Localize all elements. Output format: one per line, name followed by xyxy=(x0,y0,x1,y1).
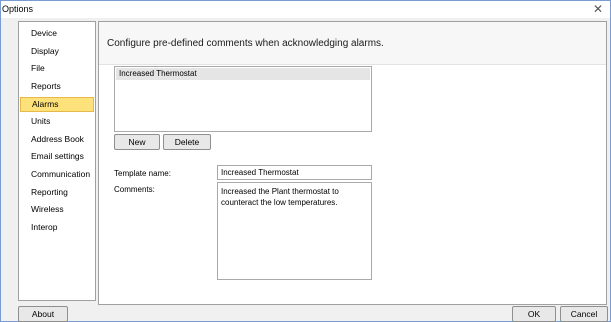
delete-button[interactable]: Delete xyxy=(163,134,211,150)
close-icon[interactable]: ✕ xyxy=(590,2,606,16)
comments-textarea[interactable]: Increased the Plant thermostat to counte… xyxy=(217,182,372,280)
sidebar-item-interop[interactable]: Interop xyxy=(20,220,94,235)
options-dialog: Options ✕ Device Display File Reports Al… xyxy=(0,0,611,322)
sidebar-item-address-book[interactable]: Address Book xyxy=(20,132,94,147)
sidebar-item-communication[interactable]: Communication xyxy=(20,167,94,182)
alarms-panel: Configure pre-defined comments when ackn… xyxy=(98,21,607,305)
comments-line: counteract the low temperatures. xyxy=(221,198,338,207)
sidebar-item-file[interactable]: File xyxy=(20,61,94,76)
template-name-input[interactable]: Increased Thermostat xyxy=(217,165,372,180)
title-bar: Options ✕ xyxy=(1,1,610,18)
comments-line: Increased the Plant thermostat to xyxy=(221,187,339,196)
comment-templates-list[interactable]: Increased Thermostat xyxy=(114,66,372,132)
template-name-label: Template name: xyxy=(114,169,171,178)
sidebar-item-alarms[interactable]: Alarms xyxy=(20,97,94,112)
window-title: Options xyxy=(2,4,34,14)
comments-label: Comments: xyxy=(114,185,155,194)
panel-description: Configure pre-defined comments when ackn… xyxy=(107,38,384,49)
new-button[interactable]: New xyxy=(114,134,160,150)
about-button[interactable]: About xyxy=(18,306,68,322)
sidebar-item-reports[interactable]: Reports xyxy=(20,79,94,94)
ok-button[interactable]: OK xyxy=(512,306,556,322)
panel-header: Configure pre-defined comments when ackn… xyxy=(99,22,606,65)
sidebar-item-device[interactable]: Device xyxy=(20,26,94,41)
sidebar-item-email-settings[interactable]: Email settings xyxy=(20,149,94,164)
sidebar-item-display[interactable]: Display xyxy=(20,44,94,59)
list-item[interactable]: Increased Thermostat xyxy=(116,68,370,80)
sidebar-item-reporting[interactable]: Reporting xyxy=(20,185,94,200)
sidebar-item-units[interactable]: Units xyxy=(20,114,94,129)
cancel-button[interactable]: Cancel xyxy=(560,306,608,322)
sidebar-item-wireless[interactable]: Wireless xyxy=(20,202,94,217)
category-sidebar: Device Display File Reports Alarms Units… xyxy=(18,21,96,301)
